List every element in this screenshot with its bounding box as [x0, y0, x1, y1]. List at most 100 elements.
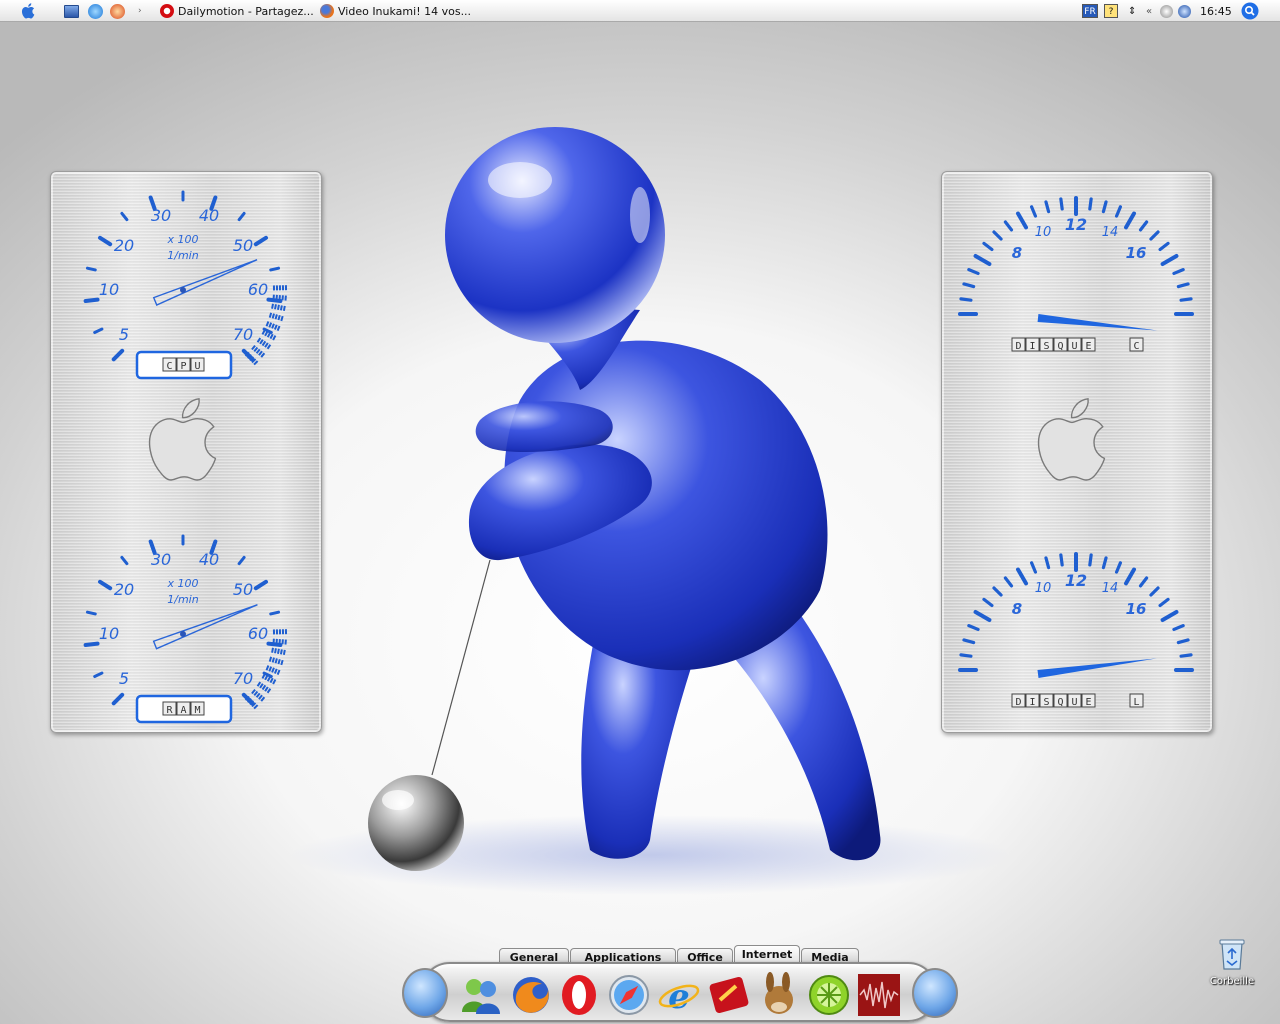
disk-l-label-letter: E	[1085, 697, 1091, 708]
gauge-tick	[1179, 653, 1193, 658]
gauge-tick	[85, 266, 97, 272]
gauge-redzone-segment	[265, 665, 281, 676]
disk-c-label-tiles: D I S Q U E C	[1011, 337, 1144, 352]
gauge-tick	[1114, 561, 1122, 574]
gauge-tick	[967, 624, 980, 632]
messenger-icon[interactable]	[458, 972, 504, 1018]
gauge-tick	[1176, 282, 1190, 289]
gauge-tick	[967, 268, 980, 276]
gauge-tick	[982, 241, 994, 252]
gauge-redzone-segment	[268, 656, 284, 666]
ram-tick-label: 40	[199, 550, 219, 569]
system-monitor-gadget-left[interactable]: 5 10 20 30 40 50 60 70 x 100 1/min C P U	[50, 171, 322, 733]
gauge-tick	[1088, 197, 1093, 211]
disk-l-label-letter: I	[1029, 697, 1035, 708]
ram-gauge-hub	[180, 631, 186, 637]
cpu-label-letter: P	[180, 361, 186, 372]
gauge-tick	[120, 555, 129, 566]
gauge-tick	[111, 692, 125, 706]
gauge-tick	[237, 555, 246, 566]
gauge-tick	[85, 610, 97, 616]
gauge-redzone-segment	[271, 647, 286, 656]
gauge-tick	[1138, 220, 1149, 232]
gauge-tick	[93, 671, 104, 679]
gauge-redzone-segment	[251, 344, 266, 358]
firefox-icon[interactable]	[508, 972, 554, 1018]
cpu-tick-label: 60	[248, 280, 268, 299]
cpu-tick-label: 20	[114, 236, 134, 255]
gauge-tick	[269, 266, 281, 272]
gauge-tick	[1179, 297, 1193, 302]
gauge-tick	[973, 610, 992, 622]
gauge-tick	[111, 348, 125, 362]
disk-c-tick-label: 14	[1102, 225, 1119, 240]
disk-l-label-letter: S	[1043, 697, 1049, 708]
cpu-tick-label: 5	[119, 325, 129, 344]
emule-icon[interactable]	[756, 972, 802, 1018]
gauge-redzone-segment	[271, 303, 286, 312]
disk-c-tick-label: 10	[1035, 225, 1052, 240]
gauge-tick	[1176, 638, 1190, 645]
limewire-icon[interactable]	[806, 972, 852, 1018]
gauge-redzone-segment	[256, 337, 272, 350]
cpu-tick-label: 30	[151, 206, 171, 225]
disk-c-tick-label: 8	[1012, 244, 1022, 262]
disk-l-label-tiles: D I S Q U E L	[1011, 693, 1144, 708]
ram-gauge-needle	[152, 604, 258, 650]
disk-c-label-letter: I	[1029, 341, 1035, 352]
cpu-tick-label: 50	[233, 236, 253, 255]
gauge-tick	[1088, 553, 1093, 567]
cpu-label-letter: U	[194, 361, 200, 372]
gauge-tick	[1160, 610, 1179, 622]
filezilla-icon[interactable]	[706, 972, 752, 1018]
ram-tick-label: 10	[99, 624, 119, 643]
recycle-bin-icon[interactable]	[1218, 937, 1246, 971]
disk-l-tick-label: 10	[1035, 581, 1052, 596]
recycle-bin-label[interactable]: Corbeille	[1200, 976, 1264, 987]
gauge-tick	[83, 297, 100, 303]
gauge-tick	[973, 254, 992, 266]
cpu-gauge: 5 10 20 30 40 50 60 70 x 100 1/min C P U	[83, 190, 288, 380]
gauge-tick	[1003, 220, 1014, 232]
disk-c-gauge-needle	[1037, 314, 1158, 331]
ram-label-letter: M	[194, 705, 200, 716]
gauge-tick	[1003, 576, 1014, 588]
disk-c-tick-label: 16	[1126, 244, 1147, 262]
gauge-tick	[253, 579, 268, 591]
gauge-tick	[98, 235, 113, 247]
ram-tick-label: 60	[248, 624, 268, 643]
dock-scroll-left-button[interactable]	[402, 968, 448, 1018]
gauge-tick	[1016, 211, 1028, 230]
gauge-redzone-segment	[265, 321, 281, 332]
disk-c-label-letter: Q	[1057, 341, 1063, 352]
gauge-tick	[120, 211, 129, 222]
gauge-tick	[93, 327, 104, 335]
ram-tick-label: 70	[233, 669, 253, 688]
gauge-tick	[1160, 254, 1179, 266]
safari-icon[interactable]	[606, 972, 652, 1018]
disk-c-tick-label: 12	[1065, 215, 1087, 234]
disk-l-label-letter: D	[1015, 697, 1021, 708]
opera-icon[interactable]	[556, 972, 602, 1018]
gauge-tick	[1124, 567, 1136, 586]
cpu-tick-label: 40	[199, 206, 219, 225]
gauge-tick	[1030, 205, 1038, 218]
audio-wave-icon[interactable]	[856, 972, 902, 1018]
gauge-tick	[959, 653, 973, 658]
cpu-label-letter: C	[166, 361, 172, 372]
disk-l-drive-letter: L	[1133, 697, 1139, 708]
disk-monitor-gadget-right[interactable]: 8 10 12 14 16 D I S Q U E C 8 10 12 14 1…	[941, 171, 1213, 733]
disk-l-label-letter: Q	[1057, 697, 1063, 708]
cpu-multiplier: x 100	[166, 233, 198, 246]
disk-l-tick-label: 16	[1126, 600, 1147, 618]
gauge-tick	[237, 211, 246, 222]
disk-l-tick-label: 12	[1065, 571, 1087, 590]
dock-scroll-right-button[interactable]	[912, 968, 958, 1018]
gauge-tick	[1149, 586, 1160, 597]
gauge-tick	[992, 230, 1003, 241]
gauge-tick	[1114, 205, 1122, 218]
disk-l-gauge: 8 10 12 14 16 D I S Q U E L	[958, 552, 1194, 708]
gauge-tick	[1016, 567, 1028, 586]
disk-c-drive-letter: C	[1133, 341, 1139, 352]
internet-explorer-icon[interactable]: e	[656, 972, 702, 1018]
